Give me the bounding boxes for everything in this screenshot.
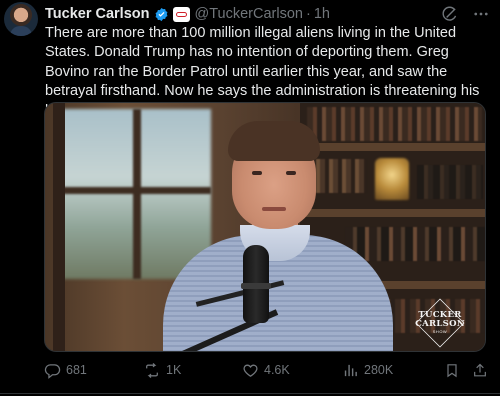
bookmark-button[interactable] — [444, 362, 460, 379]
show-logo: TUCKER CARLSON SHOW — [407, 298, 473, 348]
like-button[interactable]: 4.6K — [242, 362, 290, 379]
reply-button[interactable]: 681 — [44, 362, 87, 379]
share-icon — [474, 363, 486, 376]
affiliation-badge-icon[interactable] — [172, 6, 190, 22]
tweet-top-actions — [441, 5, 490, 23]
like-count: 4.6K — [264, 363, 290, 377]
bookmark-icon — [447, 363, 457, 377]
views-count: 280K — [364, 363, 394, 377]
author-name[interactable]: Tucker Carlson — [45, 6, 150, 22]
author-handle[interactable]: @TuckerCarlson — [195, 6, 303, 22]
repost-icon — [146, 362, 158, 378]
heart-icon — [243, 364, 258, 377]
lamp — [375, 158, 409, 200]
video-media[interactable]: TUCKER CARLSON SHOW — [44, 102, 486, 352]
logo-text-line3: SHOW — [432, 329, 448, 334]
logo-text-line2: CARLSON — [415, 319, 465, 329]
reply-count: 681 — [66, 363, 87, 377]
tweet[interactable]: Tucker Carlson @TuckerCarlson · 1h There… — [0, 0, 500, 396]
share-button[interactable] — [472, 362, 488, 379]
separator: · — [305, 6, 311, 22]
divider — [0, 393, 500, 394]
timestamp[interactable]: 1h — [314, 6, 330, 22]
reply-icon — [44, 363, 61, 379]
tweet-actions: 681 1K 4.6K 280K — [44, 360, 490, 380]
repost-button[interactable]: 1K — [143, 362, 181, 379]
views-icon — [344, 364, 357, 376]
verified-badge-icon — [155, 7, 167, 21]
views-button[interactable]: 280K — [342, 362, 393, 379]
more-icon[interactable] — [472, 5, 490, 23]
repost-count: 1K — [166, 363, 182, 377]
grok-icon[interactable] — [441, 6, 458, 23]
avatar[interactable] — [4, 2, 38, 36]
tweet-header: Tucker Carlson @TuckerCarlson · 1h — [45, 4, 330, 24]
